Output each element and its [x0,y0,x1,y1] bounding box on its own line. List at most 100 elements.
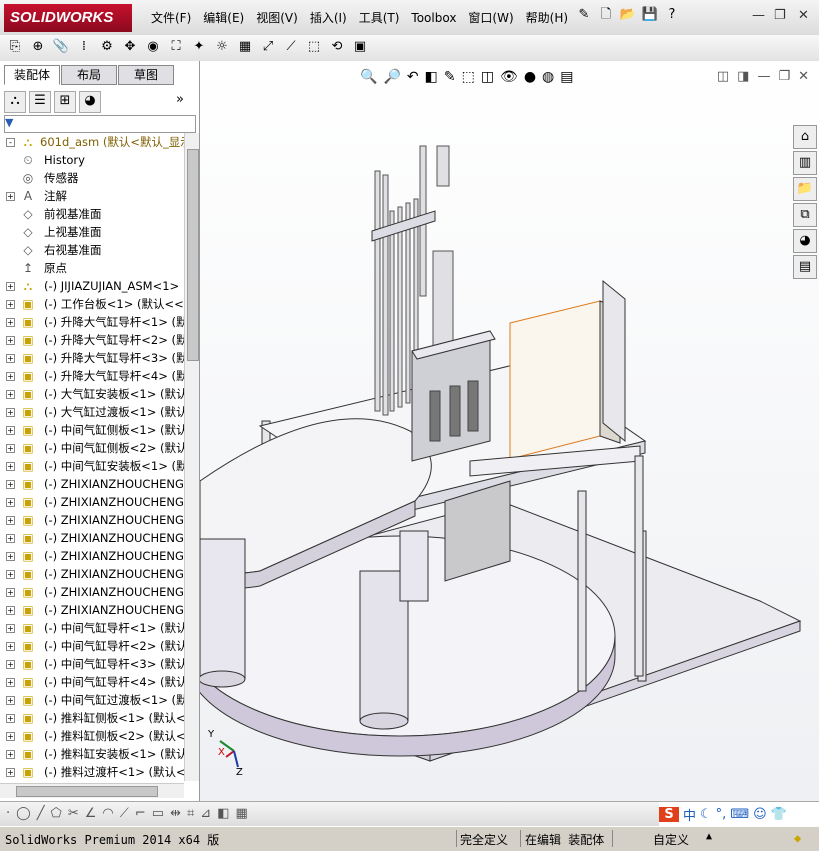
trim-icon[interactable]: ✂ [68,806,79,821]
rebuild-icon[interactable]: ◆ [794,831,801,845]
expand-icon[interactable]: + [6,426,15,435]
expand-icon[interactable]: + [6,372,15,381]
expand-icon[interactable]: + [6,624,15,633]
tab-sketch[interactable]: 草图 [118,65,174,85]
tree-node[interactable]: + ▣ (-) 推料缸侧板<1> (默认<<默认>_显示状态 1>) [0,709,184,727]
appearances-icon[interactable]: ◕ [793,229,817,253]
expand-icon[interactable]: + [6,390,15,399]
menu-item[interactable]: 插入(I) [304,9,353,26]
file-explorer-icon[interactable]: 📁 [793,177,817,201]
tree-node[interactable]: + ▣ (-) 升降大气缸导杆<1> (默认<<默认>_显示状态 1>) [0,313,184,331]
moon-icon[interactable]: ☾ [700,807,712,822]
property-manager-icon[interactable]: ☰ [29,91,51,113]
arc-icon[interactable]: ◠ [102,806,113,821]
menu-item[interactable]: 帮助(H) [520,9,574,26]
display-manager-icon[interactable]: ◕ [79,91,101,113]
expand-icon[interactable]: + [6,282,15,291]
expand-icon[interactable]: + [6,678,15,687]
expand-chevron-icon[interactable]: » [170,91,190,111]
linear-pattern-icon[interactable]: ⁞ [75,38,93,56]
expand-icon[interactable]: + [6,354,15,363]
bill-of-materials-icon[interactable]: ▦ [236,38,254,56]
tree-node[interactable]: + ⛬ (-) JIJIAZUJIAN_ASM<1> [0,277,184,295]
custom-properties-icon[interactable]: ▤ [793,255,817,279]
expand-icon[interactable]: + [6,462,15,471]
snapshot-icon[interactable]: ▣ [351,38,369,56]
tree-node[interactable]: + ▣ (-) 升降大气缸导杆<3> (默认<<默认>_显示状态 1>) [0,349,184,367]
tree-node[interactable]: + A 注解 [0,187,184,205]
tree-node[interactable]: + ▣ (-) 中间气缸过渡板<1> (默认<<默认>_显示状态 1>) [0,691,184,709]
tree-node[interactable]: + ▣ (-) 中间气缸导杆<3> (默认<<默认>_显示状态 1>) [0,655,184,673]
unit-dropdown-icon[interactable]: ▲ [706,831,712,842]
pin-icon[interactable]: ✎ [575,6,593,24]
move-component-icon[interactable]: ✥ [121,38,139,56]
expand-icon[interactable]: + [6,192,15,201]
scroll-thumb[interactable] [16,786,158,797]
tree-node[interactable]: + ▣ (-) 工作台板<1> (默认<<默认>_显示状态 1>) [0,295,184,313]
expand-icon[interactable]: + [6,750,15,759]
expand-icon[interactable]: + [6,660,15,669]
expand-icon[interactable]: + [6,408,15,417]
update-speedpak-icon[interactable]: ⟲ [328,38,346,56]
sogou-icon[interactable]: S [659,807,679,822]
collapse-icon[interactable]: - [6,138,15,147]
tree-node[interactable]: + ▣ (-) ZHIXIANZHOUCHENG-LM [0,565,184,583]
tree-node[interactable]: + ▣ (-) 推料过渡杆<1> (默认<<默认>_显示状态 1>) [0,763,184,781]
new-motion-study-icon[interactable]: ☼ [213,38,231,56]
tree-node[interactable]: ◎ 传感器 [0,169,184,187]
tab-assembly[interactable]: 装配体 [4,65,60,85]
tree-node[interactable]: + ▣ (-) 大气缸安装板<1> (默认<<默认>_显示状态 1>) [0,385,184,403]
exploded-view-icon[interactable]: ⤢ [259,38,277,56]
display-mode-icon[interactable]: ◧ [217,806,229,821]
polygon-icon[interactable]: ⬠ [51,806,62,821]
menu-item[interactable]: Toolbox [405,11,462,25]
new-document-icon[interactable]: 🗋 [597,6,615,24]
close-icon[interactable]: ✕ [798,8,809,23]
angle-icon[interactable]: ∠ [85,806,97,821]
graphics-area[interactable]: 🔍 🔎 ↶ ◧ ✎ ⬚ ◫ 👁 ● ◍ ▤ ◫ ◨ — ❐ ✕ Y X Z ⌂ … [200,61,819,801]
menu-item[interactable]: 文件(F) [145,9,197,26]
solidworks-logo[interactable]: SOLIDWORKS [4,4,132,32]
feature-manager-icon[interactable]: ⛬ [4,91,26,113]
tree-node[interactable]: + ▣ (-) 推料缸安装板<1> (默认<<默认>_显示状态 1>) [0,745,184,763]
insert-component-icon[interactable]: ⊕ [29,38,47,56]
tree-vertical-scrollbar[interactable] [184,133,199,781]
tree-node[interactable]: ⏲ History [0,151,184,169]
expand-icon[interactable]: + [6,318,15,327]
relations-icon[interactable]: ⊿ [200,806,211,821]
punctuation-icon[interactable]: °, [716,807,727,822]
expand-icon[interactable]: + [6,642,15,651]
tree-node[interactable]: + ▣ (-) 中间气缸侧板<2> (默认<<默认>_显示状态 1>) [0,439,184,457]
rectangle-icon[interactable]: ▭ [152,806,164,821]
restore-icon[interactable]: ❐ [774,8,786,23]
expand-icon[interactable]: + [6,606,15,615]
filter-icon[interactable]: ▼ [5,116,13,129]
tree-node[interactable]: + ▣ (-) 大气缸过渡板<1> (默认<<默认>_显示状态 1>) [0,403,184,421]
expand-icon[interactable]: + [6,444,15,453]
assembly-model[interactable] [200,61,819,801]
configuration-manager-icon[interactable]: ⊞ [54,91,76,113]
smart-fasteners-icon[interactable]: ⚙ [98,38,116,56]
expand-icon[interactable]: + [6,570,15,579]
minimize-icon[interactable]: — [752,8,765,23]
show-hidden-icon[interactable]: ◉ [144,38,162,56]
tree-node[interactable]: ◇ 上视基准面 [0,223,184,241]
menu-item[interactable]: 编辑(E) [197,9,250,26]
tree-node[interactable]: + ▣ (-) 中间气缸导杆<2> (默认<<默认>_显示状态 1>) [0,637,184,655]
tree-node[interactable]: + ▣ (-) ZHIXIANZHOUCHENGLMF [0,511,184,529]
circle-icon[interactable]: ◯ [16,806,31,821]
user-icon[interactable]: ☺ [753,807,767,822]
expand-icon[interactable]: + [6,480,15,489]
expand-icon[interactable]: + [6,300,15,309]
menu-item[interactable]: 视图(V) [250,9,304,26]
expand-icon[interactable]: + [6,498,15,507]
expand-icon[interactable]: + [6,732,15,741]
tree-node[interactable]: + ▣ (-) 升降大气缸导杆<4> (默认<<默认>_显示状态 1>) [0,367,184,385]
tree-node[interactable]: + ▣ (-) ZHIXIANZHOUCHENG-LM [0,547,184,565]
view-palette-icon[interactable]: ⧉ [793,203,817,227]
tree-filter[interactable]: ▼ [4,115,196,133]
unit-system-selector[interactable]: 自定义 [653,831,689,848]
dimension-icon[interactable]: ⇹ [170,806,181,821]
save-icon[interactable]: 💾 [641,6,659,24]
expand-icon[interactable]: + [6,696,15,705]
